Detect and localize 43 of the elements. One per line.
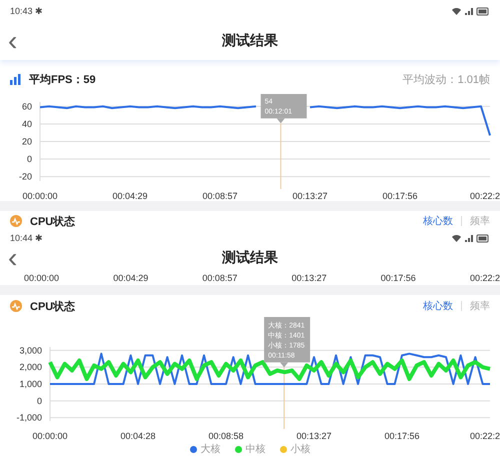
- section-title: 平均FPS：59: [29, 72, 97, 86]
- status-time: 10:44 ✱: [10, 232, 43, 244]
- axis-label: 00:00:00: [22, 191, 58, 201]
- back-button[interactable]: ‹: [8, 27, 18, 55]
- back-button[interactable]: ‹: [8, 244, 18, 272]
- axis-label: 00:17:56: [384, 431, 420, 441]
- axis-label: 1,000: [19, 379, 42, 389]
- page-title: 测试结果: [222, 32, 278, 50]
- axis-label: 00:04:29: [112, 191, 148, 201]
- axis-label: 3,000: [19, 345, 42, 356]
- fluctuation-text: 平均波动：1.01帧: [402, 72, 490, 86]
- section-title: CPU状态: [30, 214, 76, 228]
- status-time: 10:43 ✱: [10, 6, 43, 16]
- axis-label: -1,000: [16, 412, 42, 423]
- axis-label: 00:08:58: [208, 431, 244, 441]
- axis-label: 0: [26, 154, 32, 164]
- axis-label: 00:04:28: [120, 431, 156, 441]
- axis-label: 00:08:57: [202, 273, 238, 283]
- axis-label: 00:13:27: [292, 273, 327, 283]
- legend-item: 小核: [280, 442, 310, 456]
- axis-label: 00:08:57: [202, 191, 238, 201]
- axis-label: 00:22:2: [470, 191, 500, 201]
- axis-label: 20: [22, 136, 32, 146]
- legend-item: 大核: [190, 442, 220, 456]
- axis-label: 00:13:27: [296, 431, 332, 441]
- tab[interactable]: 核心数: [423, 214, 453, 228]
- axis-label: 40: [22, 118, 32, 129]
- axis-label: 60: [22, 101, 32, 112]
- axis-label: 00:22:2: [470, 431, 500, 441]
- axis-label: 00:13:27: [292, 191, 328, 201]
- axis-label: 00:00:00: [24, 273, 60, 283]
- page-title: 测试结果: [222, 249, 278, 267]
- axis-label: 00:00:00: [32, 431, 68, 441]
- axis-label: 00:22:2: [470, 273, 500, 283]
- axis-label: 0: [36, 396, 42, 406]
- axis-label: 00:17:56: [380, 273, 416, 283]
- section-title: CPU状态: [30, 300, 76, 314]
- legend-item: 中核: [234, 442, 266, 456]
- axis-label: 00:17:56: [382, 191, 418, 201]
- tab[interactable]: 核心数: [423, 299, 453, 313]
- axis-label: 2,000: [19, 362, 42, 372]
- axis-label: 00:04:29: [113, 273, 148, 283]
- axis-label: -20: [18, 172, 32, 182]
